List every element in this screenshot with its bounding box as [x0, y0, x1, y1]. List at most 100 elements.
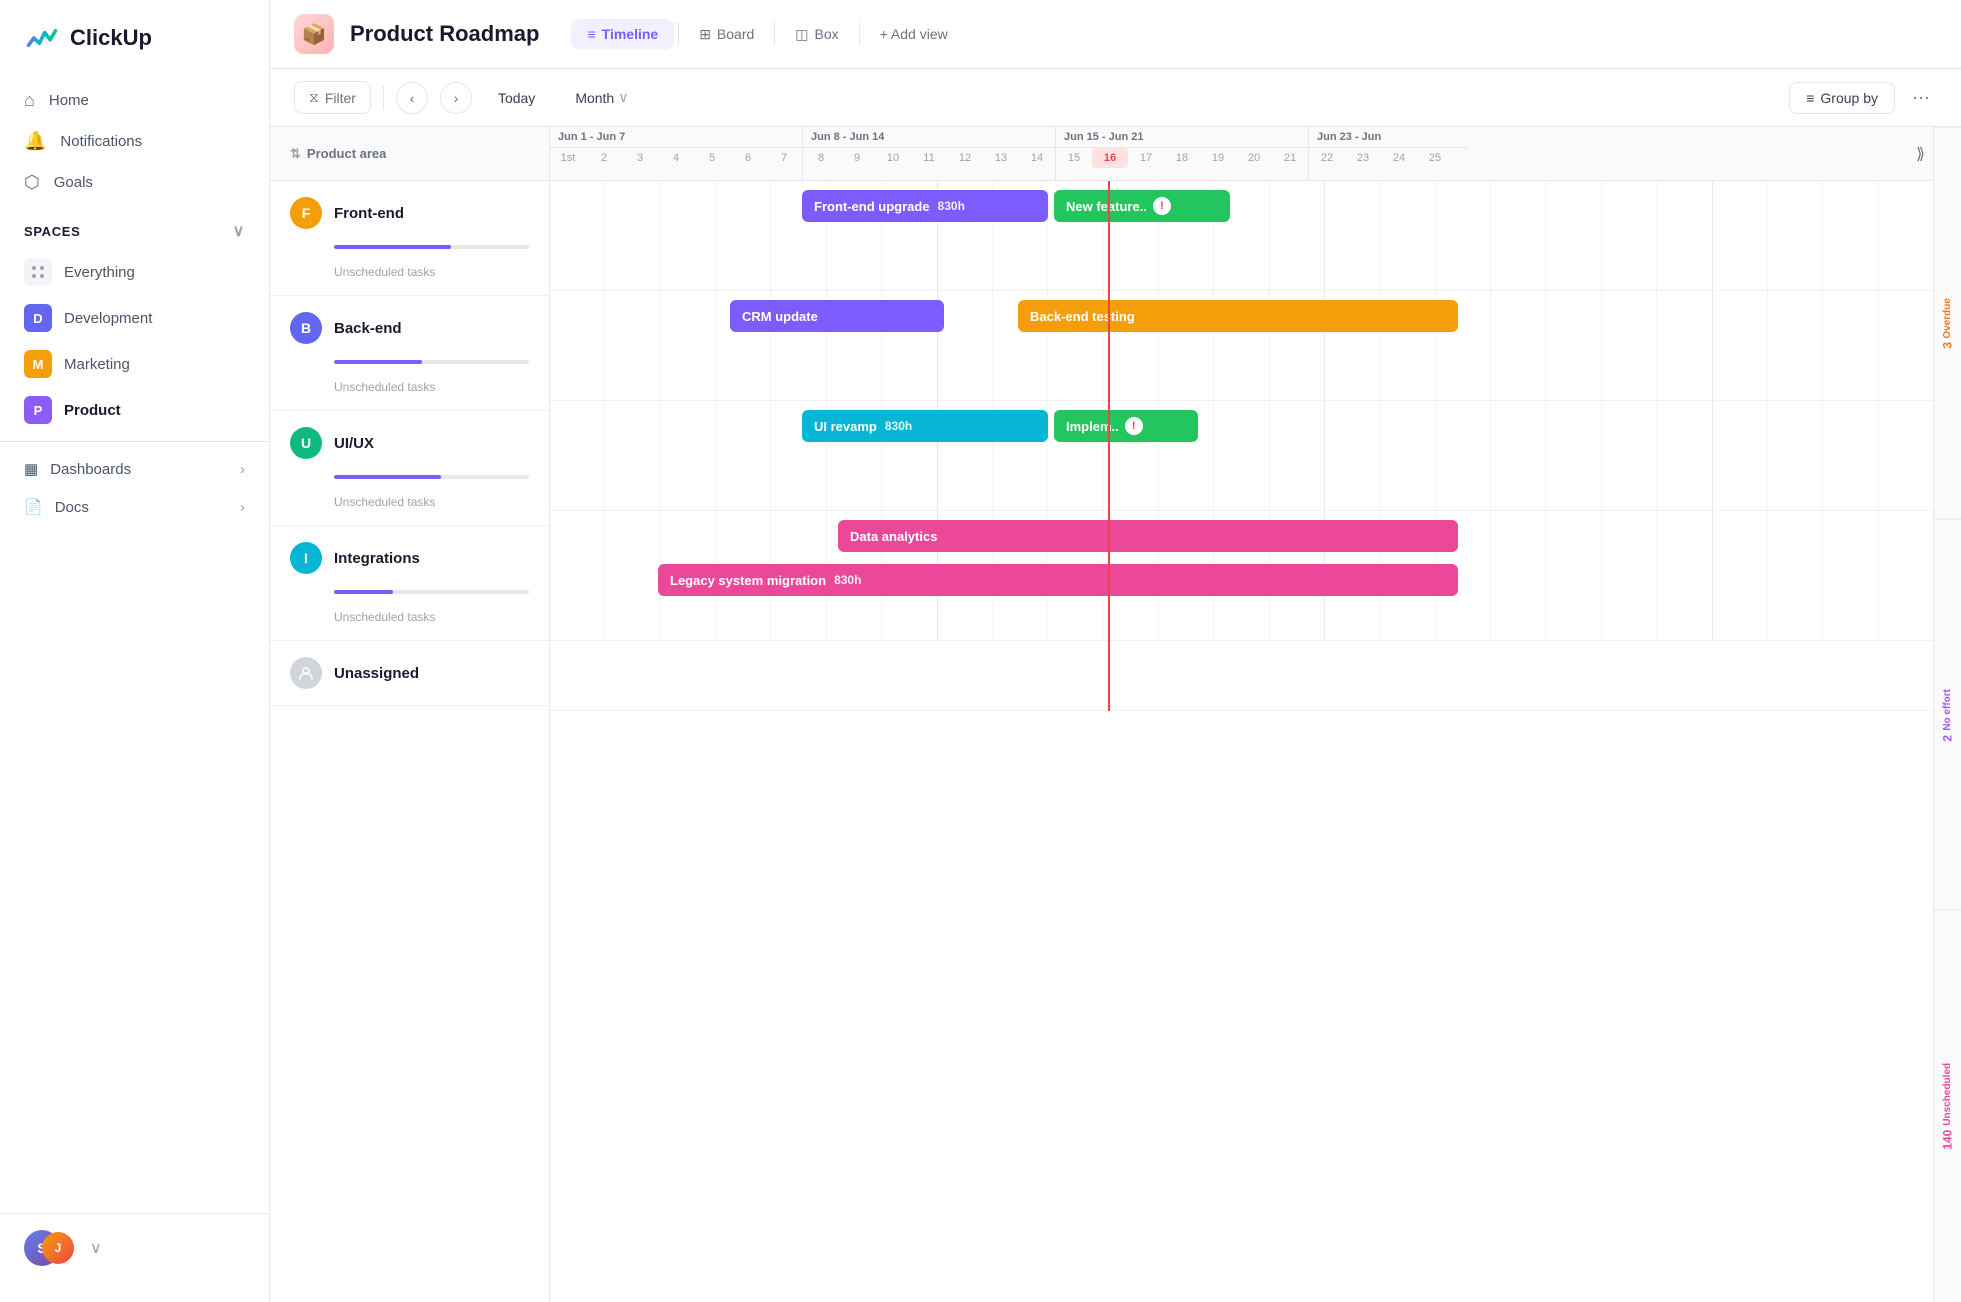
day-4: 4: [658, 148, 694, 168]
board-label: Board: [717, 26, 754, 42]
task-ui-revamp-label: UI revamp: [814, 419, 877, 434]
day-14: 14: [1019, 148, 1055, 168]
dashboards-chevron-icon: ›: [240, 461, 245, 478]
group-by-icon: ≡: [1806, 90, 1814, 106]
sidebar-item-notifications[interactable]: 🔔 Notifications: [0, 121, 269, 162]
spaces-collapse-icon[interactable]: ∨: [233, 221, 245, 241]
goals-label: Goals: [54, 174, 93, 191]
timeline-body: Front-end upgrade 830h New feature.. !: [550, 181, 1933, 711]
prev-button[interactable]: ‹: [396, 82, 428, 114]
sidebar-item-development[interactable]: D Development: [0, 295, 269, 341]
side-labels: 3 Overdue 2 No effort 140 Unscheduled: [1933, 127, 1961, 1302]
user-avatar-2: J: [42, 1232, 74, 1264]
task-frontend-upgrade[interactable]: Front-end upgrade 830h: [802, 190, 1048, 222]
tab-board[interactable]: ⊞ Board: [683, 19, 770, 50]
implem-alert-icon: !: [1125, 417, 1143, 435]
logo-area: ClickUp: [0, 20, 269, 80]
day-10: 10: [875, 148, 911, 168]
group-row-unassigned: Unassigned: [270, 641, 549, 706]
day-5: 5: [694, 148, 730, 168]
side-label-overdue: 3 Overdue: [1934, 127, 1961, 519]
board-icon: ⊞: [699, 26, 711, 43]
task-backend-testing-label: Back-end testing: [1030, 309, 1135, 324]
task-frontend-upgrade-hours: 830h: [938, 199, 965, 213]
group-row-uiux: U UI/UX Unscheduled tasks: [270, 411, 549, 526]
new-feature-alert-icon: !: [1153, 197, 1171, 215]
task-data-analytics[interactable]: Data analytics: [838, 520, 1458, 552]
box-icon: ◫: [795, 26, 808, 43]
month-selector[interactable]: Month ∨: [561, 82, 642, 113]
everything-icon: [24, 258, 52, 286]
user-dropdown-icon[interactable]: ∨: [90, 1238, 102, 1258]
sidebar-bottom-section: ▦ Dashboards › 📄 Docs ›: [0, 441, 269, 534]
top-header: 📦 Product Roadmap ≡ Timeline ⊞ Board ◫ B…: [270, 0, 1961, 69]
task-ui-revamp[interactable]: UI revamp 830h: [802, 410, 1048, 442]
task-frontend-upgrade-label: Front-end upgrade: [814, 199, 930, 214]
sidebar-item-product[interactable]: P Product: [0, 387, 269, 433]
day-19: 19: [1200, 148, 1236, 168]
group-header-unassigned: Unassigned: [270, 641, 549, 705]
next-button[interactable]: ›: [440, 82, 472, 114]
week-days-3: 15 16 17 18 19 20 21: [1056, 148, 1308, 168]
today-button[interactable]: Today: [484, 83, 549, 113]
project-title: Product Roadmap: [350, 21, 539, 47]
timeline-icon: ≡: [587, 26, 595, 42]
day-18: 18: [1164, 148, 1200, 168]
sidebar-item-docs[interactable]: 📄 Docs ›: [0, 488, 269, 526]
tab-timeline[interactable]: ≡ Timeline: [571, 19, 674, 49]
home-icon: ⌂: [24, 90, 35, 111]
filter-button[interactable]: ⧖ Filter: [294, 81, 371, 114]
task-backend-testing[interactable]: Back-end testing: [1018, 300, 1458, 332]
frontend-avatar: F: [290, 197, 322, 229]
sidebar-item-dashboards[interactable]: ▦ Dashboards ›: [0, 450, 269, 488]
day-7: 7: [766, 148, 802, 168]
week-days-4: 22 23 24 25: [1309, 148, 1469, 168]
task-legacy-migration[interactable]: Legacy system migration 830h: [658, 564, 1458, 596]
sidebar-item-goals[interactable]: ⬡ Goals: [0, 162, 269, 203]
day-13: 13: [983, 148, 1019, 168]
task-implem-label: Implem..: [1066, 419, 1119, 434]
week-label-3: Jun 15 - Jun 21: [1056, 127, 1308, 148]
uiux-avatar: U: [290, 427, 322, 459]
toolbar-right: ≡ Group by ···: [1789, 82, 1937, 114]
more-options-button[interactable]: ···: [1905, 82, 1937, 114]
overdue-count: 3: [1941, 342, 1955, 349]
no-effort-label: No effort: [1942, 689, 1953, 731]
task-new-feature[interactable]: New feature.. !: [1054, 190, 1230, 222]
integrations-progress: [270, 590, 549, 602]
group-header-integrations: I Integrations: [270, 526, 549, 590]
tab-box[interactable]: ◫ Box: [779, 19, 854, 50]
task-crm-update[interactable]: CRM update: [730, 300, 944, 332]
task-legacy-migration-label: Legacy system migration: [670, 573, 826, 588]
sidebar-item-marketing[interactable]: M Marketing: [0, 341, 269, 387]
home-label: Home: [49, 92, 89, 109]
tab-divider-1: [678, 22, 679, 46]
user-area: S J ∨: [0, 1213, 269, 1282]
timeline-row-uiux: UI revamp 830h Implem.. !: [550, 401, 1933, 511]
grid-lines-frontend: [550, 181, 1933, 290]
product-badge: P: [24, 396, 52, 424]
main-content: 📦 Product Roadmap ≡ Timeline ⊞ Board ◫ B…: [270, 0, 1961, 1302]
collapse-button[interactable]: ⟫: [1908, 140, 1933, 168]
day-15: 15: [1056, 148, 1092, 168]
day-3: 3: [622, 148, 658, 168]
group-by-label: Group by: [1820, 90, 1878, 106]
backend-avatar: B: [290, 312, 322, 344]
marketing-badge: M: [24, 350, 52, 378]
dashboards-label: Dashboards: [50, 461, 131, 478]
timeline-row-integrations: Data analytics Legacy system migration 8…: [550, 511, 1933, 641]
backend-progress: [270, 360, 549, 372]
task-implem[interactable]: Implem.. !: [1054, 410, 1198, 442]
right-panel[interactable]: Jun 1 - Jun 7 1st 2 3 4 5 6 7 J: [550, 127, 1933, 1302]
sidebar-item-everything[interactable]: Everything: [0, 249, 269, 295]
group-by-button[interactable]: ≡ Group by: [1789, 82, 1895, 114]
unassigned-name: Unassigned: [334, 665, 419, 682]
timeline-row-frontend: Front-end upgrade 830h New feature.. !: [550, 181, 1933, 291]
no-effort-count: 2: [1941, 735, 1955, 742]
add-view-button[interactable]: + Add view: [864, 19, 964, 49]
day-2: 2: [586, 148, 622, 168]
frontend-unscheduled: Unscheduled tasks: [270, 257, 549, 295]
frontend-progress: [270, 245, 549, 257]
task-data-analytics-label: Data analytics: [850, 529, 937, 544]
sidebar-item-home[interactable]: ⌂ Home: [0, 80, 269, 121]
